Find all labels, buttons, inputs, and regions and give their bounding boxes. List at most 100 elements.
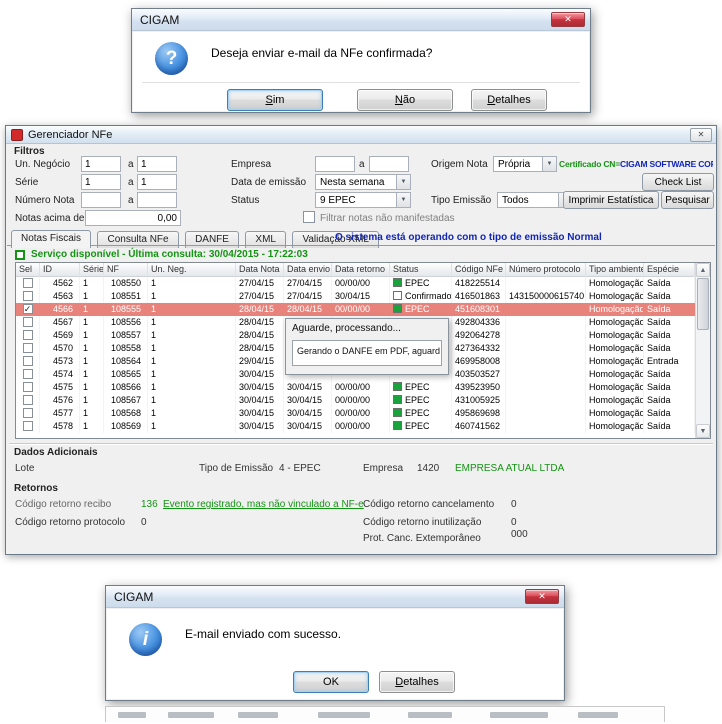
cell-prot bbox=[506, 277, 586, 290]
cell-cod: 431005925 bbox=[452, 394, 506, 407]
numero-nota-to-input[interactable] bbox=[137, 192, 177, 208]
header-data-envio[interactable]: Data envio bbox=[284, 263, 332, 277]
header-un-neg[interactable]: Un. Neg. bbox=[148, 263, 236, 277]
cell-dn: 30/04/15 bbox=[236, 407, 284, 420]
header-nf[interactable]: NF bbox=[104, 263, 148, 277]
header-serie[interactable]: Série bbox=[80, 263, 104, 277]
check-list-button[interactable]: Check List bbox=[642, 173, 714, 191]
close-button[interactable]: ✕ bbox=[525, 589, 559, 604]
notas-acima-input[interactable] bbox=[85, 210, 181, 226]
cell-prot bbox=[506, 329, 586, 342]
text-smudge bbox=[168, 712, 214, 718]
row-select-checkbox[interactable] bbox=[16, 394, 40, 407]
filtrar-nao-manifestadas-checkbox[interactable] bbox=[303, 211, 315, 223]
window-titlebar[interactable]: Gerenciador NFe ✕ bbox=[6, 126, 716, 144]
empresa-from-input[interactable] bbox=[315, 156, 355, 172]
cell-de: 30/04/15 bbox=[284, 407, 332, 420]
sim-button[interactable]: Sim bbox=[227, 89, 323, 111]
cell-de: 27/04/15 bbox=[284, 277, 332, 290]
checkbox-icon: ✓ bbox=[22, 304, 33, 314]
cell-nf: 108556 bbox=[104, 316, 148, 329]
row-select-checkbox[interactable] bbox=[16, 355, 40, 368]
row-select-checkbox[interactable] bbox=[16, 420, 40, 433]
checkbox-icon bbox=[22, 317, 33, 327]
table-header: Sel ID Série NF Un. Neg. Data Nota Data … bbox=[16, 263, 695, 277]
status-select[interactable]: 9 EPEC ▼ bbox=[315, 192, 411, 208]
table-row[interactable]: 4562 1 108550 1 27/04/15 27/04/15 00/00/00 EPEC… bbox=[16, 277, 695, 290]
row-select-checkbox[interactable] bbox=[16, 381, 40, 394]
progress-popup: Aguarde, processando... Gerando o DANFE … bbox=[285, 318, 449, 375]
header-especie[interactable]: Espécie bbox=[644, 263, 695, 277]
recibo-link[interactable]: Evento registrado, mas não vinculado a N… bbox=[163, 499, 364, 510]
table-row[interactable]: 4576 1 108567 1 30/04/15 30/04/15 00/00/00 EPEC… bbox=[16, 394, 695, 407]
un-negocio-to-input[interactable] bbox=[137, 156, 177, 172]
window-close-button[interactable]: ✕ bbox=[690, 128, 712, 142]
cell-serie: 1 bbox=[80, 290, 104, 303]
origem-nota-select[interactable]: Própria ▼ bbox=[493, 156, 557, 172]
empresa-to-input[interactable] bbox=[369, 156, 409, 172]
detalhes-button[interactable]: Detalhes bbox=[379, 671, 455, 693]
row-select-checkbox[interactable] bbox=[16, 407, 40, 420]
dialog-title: CIGAM bbox=[140, 13, 180, 27]
scroll-up-icon[interactable]: ▲ bbox=[696, 263, 710, 277]
tipo-emissao-select[interactable]: Todos ▼ bbox=[497, 192, 573, 208]
cell-serie: 1 bbox=[80, 407, 104, 420]
row-select-checkbox[interactable] bbox=[16, 329, 40, 342]
table-row[interactable]: 4578 1 108569 1 30/04/15 30/04/15 00/00/00 EPEC… bbox=[16, 420, 695, 433]
header-data-nota[interactable]: Data Nota bbox=[236, 263, 284, 277]
cell-dr: 00/00/00 bbox=[332, 277, 390, 290]
header-status[interactable]: Status bbox=[390, 263, 452, 277]
header-id[interactable]: ID bbox=[40, 263, 80, 277]
un-negocio-from-input[interactable] bbox=[81, 156, 121, 172]
header-tipo-ambiente[interactable]: Tipo ambiente bbox=[586, 263, 644, 277]
range-a-label: a bbox=[359, 159, 365, 170]
cell-amb: Homologação bbox=[586, 420, 644, 433]
row-select-checkbox[interactable] bbox=[16, 316, 40, 329]
header-codigo-nfe[interactable]: Código NFe bbox=[452, 263, 506, 277]
vertical-scrollbar[interactable]: ▲ ▼ bbox=[695, 263, 710, 438]
ok-button[interactable]: OK bbox=[293, 671, 369, 693]
nao-button[interactable]: Não bbox=[357, 89, 453, 111]
cell-amb: Homologação bbox=[586, 355, 644, 368]
header-sel[interactable]: Sel bbox=[16, 263, 40, 277]
row-select-checkbox[interactable]: ✓ bbox=[16, 303, 40, 316]
serie-to-input[interactable] bbox=[137, 174, 177, 190]
header-data-retorno[interactable]: Data retorno bbox=[332, 263, 390, 277]
table-row[interactable]: 4563 1 108551 1 27/04/15 27/04/15 30/04/15 Conf… bbox=[16, 290, 695, 303]
cell-dn: 29/04/15 bbox=[236, 355, 284, 368]
epec-status-icon bbox=[393, 395, 402, 404]
row-select-checkbox[interactable] bbox=[16, 342, 40, 355]
row-select-checkbox[interactable] bbox=[16, 277, 40, 290]
row-select-checkbox[interactable] bbox=[16, 290, 40, 303]
cell-esp: Saída bbox=[644, 394, 695, 407]
cell-serie: 1 bbox=[80, 277, 104, 290]
serie-from-input[interactable] bbox=[81, 174, 121, 190]
close-icon: ✕ bbox=[538, 591, 546, 601]
app-icon bbox=[11, 129, 23, 141]
pesquisar-button[interactable]: Pesquisar bbox=[661, 191, 714, 209]
detalhes-button[interactable]: Detalhes bbox=[471, 89, 547, 111]
cell-esp: Saída bbox=[644, 316, 695, 329]
numero-nota-from-input[interactable] bbox=[81, 192, 121, 208]
cell-dn: 30/04/15 bbox=[236, 420, 284, 433]
scroll-down-icon[interactable]: ▼ bbox=[696, 424, 710, 438]
cell-id: 4574 bbox=[40, 368, 80, 381]
dialog-titlebar[interactable]: CIGAM ✕ bbox=[132, 9, 590, 31]
cell-un: 1 bbox=[148, 355, 236, 368]
tab-notas-fiscais[interactable]: Notas Fiscais bbox=[11, 230, 92, 248]
dialog-body: i E-mail enviado com sucesso. OK Detalhe… bbox=[107, 609, 563, 699]
data-emissao-select[interactable]: Nesta semana ▼ bbox=[315, 174, 411, 190]
table-row[interactable]: 4575 1 108566 1 30/04/15 30/04/15 00/00/00 EPEC… bbox=[16, 381, 695, 394]
header-numero-protocolo[interactable]: Número protocolo bbox=[506, 263, 586, 277]
cell-esp: Entrada bbox=[644, 355, 695, 368]
table-row[interactable]: ✓ 4566 1 108555 1 28/04/15 28/04/15 00/00/00 EPE… bbox=[16, 303, 695, 316]
cell-cod: 495869698 bbox=[452, 407, 506, 420]
close-button[interactable]: ✕ bbox=[551, 12, 585, 27]
imprimir-estatistica-button[interactable]: Imprimir Estatística bbox=[563, 191, 659, 209]
dados-adicionais-title: Dados Adicionais bbox=[14, 447, 98, 458]
table-row[interactable]: 4577 1 108568 1 30/04/15 30/04/15 00/00/00 EPEC… bbox=[16, 407, 695, 420]
scrollbar-thumb[interactable] bbox=[697, 278, 709, 330]
row-select-checkbox[interactable] bbox=[16, 368, 40, 381]
cell-nf: 108551 bbox=[104, 290, 148, 303]
dialog-titlebar[interactable]: CIGAM ✕ bbox=[106, 586, 564, 608]
